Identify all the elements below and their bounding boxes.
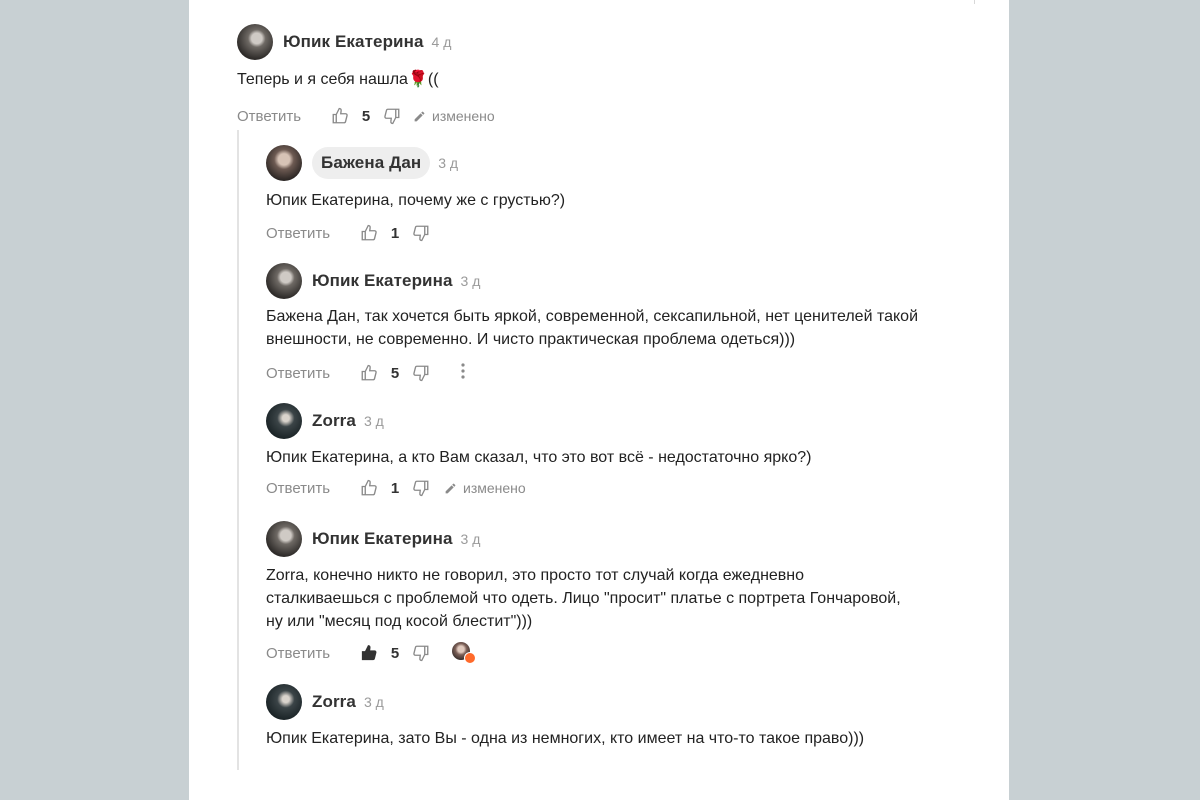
more-options-icon[interactable] — [460, 362, 466, 384]
comment-actions: Ответить 5 изменено — [237, 104, 937, 128]
thumbs-up-filled-icon[interactable] — [360, 644, 378, 662]
comment-time: 3 д — [363, 694, 384, 710]
comment-text: Бажена Дан, так хочется быть яркой, совр… — [266, 308, 919, 348]
reply-button[interactable]: Ответить — [266, 645, 360, 662]
thumbs-up-icon[interactable] — [360, 224, 378, 242]
reply-button[interactable]: Ответить — [266, 480, 360, 497]
comment-text: Теперь и я себя нашла🌹(( — [237, 68, 937, 91]
comment: Zorra 3 д Юпик Екатерина, зато Вы - одна… — [266, 684, 966, 750]
avatar[interactable] — [266, 684, 302, 720]
comment-text: Юпик Екатерина, зато Вы - одна из немног… — [266, 730, 865, 747]
comment-actions: Ответить 1 изменено — [266, 476, 966, 500]
like-count: 1 — [390, 224, 400, 242]
edited-label: изменено — [413, 108, 495, 124]
comment-time: 4 д — [431, 34, 452, 50]
author-name[interactable]: Юпик Екатерина — [312, 529, 453, 549]
comment: Юпик Екатерина 3 д Zorra, конечно никто … — [266, 521, 906, 665]
rose-emoji: 🌹 — [407, 71, 428, 88]
avatar[interactable] — [266, 145, 302, 181]
comment: Юпик Екатерина 4 д Теперь и я себя нашла… — [237, 24, 937, 128]
comment-time: 3 д — [460, 531, 481, 547]
author-name[interactable]: Zorra — [312, 411, 356, 431]
comment-text: Юпик Екатерина, а кто Вам сказал, что эт… — [266, 449, 812, 466]
comment-text: Юпик Екатерина, почему же с грустью?) — [266, 192, 566, 209]
edited-text: изменено — [432, 108, 495, 124]
avatar[interactable] — [237, 24, 273, 60]
author-name[interactable]: Юпик Екатерина — [312, 271, 453, 291]
comment: Бажена Дан 3 д Юпик Екатерина, почему же… — [266, 145, 966, 245]
avatar[interactable] — [266, 403, 302, 439]
divider — [974, 0, 975, 4]
comment-time: 3 д — [438, 155, 459, 171]
thumbs-down-icon[interactable] — [383, 107, 401, 125]
reply-button[interactable]: Ответить — [237, 108, 331, 125]
comment: Zorra 3 д Юпик Екатерина, а кто Вам сказ… — [266, 403, 966, 500]
thumbs-down-icon[interactable] — [412, 224, 430, 242]
avatar[interactable] — [266, 521, 302, 557]
thumbs-up-icon[interactable] — [360, 364, 378, 382]
author-name[interactable]: Юпик Екатерина — [283, 32, 424, 52]
like-count: 5 — [390, 644, 400, 662]
thread-line — [237, 130, 239, 770]
edited-label: изменено — [444, 480, 526, 496]
reply-button[interactable]: Ответить — [266, 365, 360, 382]
like-count: 5 — [361, 107, 371, 125]
comment: Юпик Екатерина 3 д Бажена Дан, так хочет… — [266, 263, 966, 385]
edited-text: изменено — [463, 480, 526, 496]
avatar[interactable] — [266, 263, 302, 299]
thumbs-up-icon[interactable] — [360, 479, 378, 497]
author-reaction — [452, 642, 476, 664]
comment-time: 3 д — [460, 273, 481, 289]
like-count: 1 — [390, 479, 400, 497]
thumbs-up-icon[interactable] — [331, 107, 349, 125]
author-name[interactable]: Бажена Дан — [312, 147, 431, 179]
heart-icon — [464, 652, 476, 664]
pencil-icon — [445, 483, 456, 493]
comment-time: 3 д — [363, 413, 384, 429]
comment-text: Zorra, конечно никто не говорил, это про… — [266, 567, 901, 630]
thumbs-down-icon[interactable] — [412, 364, 430, 382]
comment-actions: Ответить 5 — [266, 641, 906, 665]
pencil-icon — [414, 111, 425, 121]
thumbs-down-icon[interactable] — [412, 644, 430, 662]
reply-button[interactable]: Ответить — [266, 225, 360, 242]
comment-text-tail: (( — [427, 71, 439, 88]
like-count: 5 — [390, 364, 400, 382]
comment-text-body: Теперь и я себя нашла — [237, 71, 408, 88]
comment-actions: Ответить 5 — [266, 361, 966, 385]
author-name[interactable]: Zorra — [312, 692, 356, 712]
thumbs-down-icon[interactable] — [412, 479, 430, 497]
comment-actions: Ответить 1 — [266, 221, 966, 245]
